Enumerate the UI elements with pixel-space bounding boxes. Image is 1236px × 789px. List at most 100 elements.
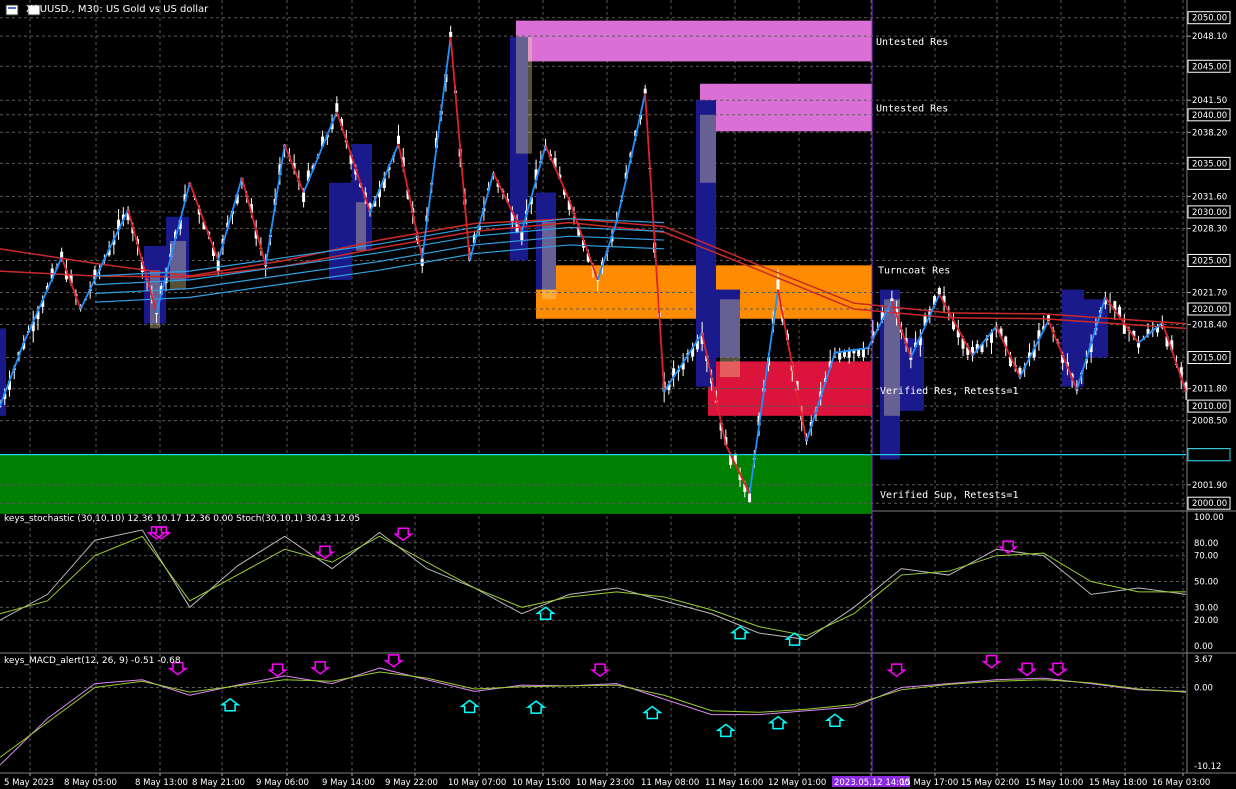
macd-signal-arrow [886, 663, 907, 678]
price-axis-label: 2011.80 [1192, 385, 1227, 395]
macd-fast-line [0, 667, 1187, 766]
arrow-up-icon [824, 713, 846, 728]
macd-signal-arrow [715, 723, 737, 738]
zigzag-segment [544, 145, 571, 201]
highlight-bar [1062, 289, 1084, 387]
highlight-bar-light [700, 114, 716, 183]
candle-body [596, 279, 600, 281]
chart-window-icon [5, 4, 19, 16]
zigzag-segment [397, 143, 424, 259]
price-axis-label: 2028.30 [1192, 224, 1227, 234]
zone-label: Verified Res, Retests=1 [880, 386, 1018, 397]
macd-signal-arrow [981, 654, 1002, 669]
candle-body [302, 192, 306, 203]
zigzag-segment [615, 93, 647, 222]
zigzag-segment [60, 257, 82, 310]
stoch-signal-arrow [729, 625, 751, 640]
candle-body [838, 352, 842, 360]
time-axis-label: 9 May 14:00 [322, 778, 375, 788]
candle-body [748, 493, 752, 503]
time-axis-label: 15 May 10:00 [1025, 778, 1083, 788]
arrow-up-icon [715, 723, 737, 738]
arrow-up-icon [767, 715, 789, 730]
chart-canvas[interactable]: Untested Res Untested Res Turncoat Res Veri… [0, 0, 1236, 789]
price-axis-label: 2001.90 [1192, 481, 1227, 491]
macd-signal-arrow [309, 661, 331, 675]
zone-label: Turncoat Res [878, 265, 950, 276]
arrow-up-icon [535, 606, 556, 621]
zigzag-segment [421, 37, 452, 259]
zone-untested-res [516, 20, 872, 62]
macd-signal-arrow [267, 663, 288, 678]
time-axis-label: 9 May 06:00 [256, 778, 309, 788]
macd-signal-arrow [642, 705, 663, 720]
macd-signal-arrow [383, 654, 405, 668]
stoch-axis-label: 80.00 [1194, 539, 1218, 549]
zigzag-segment [1019, 320, 1050, 378]
chart-window: Untested Res Untested Res Turncoat Res Veri… [0, 0, 1236, 789]
arrow-up-icon [729, 625, 751, 640]
price-axis-label: 2010.00 [1192, 402, 1227, 412]
zone-untested-res [700, 83, 872, 132]
time-axis-label: 9 May 22:00 [385, 778, 438, 788]
highlight-bar-light [720, 299, 740, 377]
macd-axis-label: 0.00 [1194, 683, 1213, 693]
candle-body [937, 288, 941, 295]
arrow-up-icon [219, 697, 241, 712]
price-axis-label: 2040.00 [1192, 111, 1227, 121]
candle-body [847, 350, 851, 358]
macd-signal-arrow [459, 699, 480, 714]
price-axis-label: 2015.00 [1192, 354, 1227, 364]
window-title: XAUUSD., M30: US Gold vs US dollar [26, 4, 209, 15]
macd-signal-arrow [767, 715, 789, 730]
zigzag-segment [369, 143, 400, 213]
stoch-header: keys_stochastic (30,10,10) 12.36 10.17 1… [4, 514, 361, 524]
time-axis-label: 8 May 05:00 [64, 778, 117, 788]
price-axis-label: 2008.50 [1192, 417, 1227, 427]
macd-signal-arrow [824, 713, 846, 728]
candle-body [1075, 389, 1079, 391]
time-axis-label: 2023.05.12 14:00 [834, 778, 910, 788]
stoch-axis-label: 20.00 [1194, 616, 1218, 626]
macd-signal-arrow [589, 663, 611, 678]
zigzag-segment [264, 144, 286, 266]
candle-body [643, 88, 647, 94]
time-axis-label: 15 May 17:00 [900, 778, 958, 788]
zigzag-segment [302, 111, 338, 193]
price-axis-label: 2030.00 [1192, 208, 1227, 218]
arrow-up-icon [525, 700, 547, 714]
candle-body [909, 357, 913, 360]
macd-header: keys_MACD_alert(12, 26, 9) -0.51 -0.68 [4, 656, 181, 666]
stoch-signal-arrow [314, 545, 336, 560]
macd-axis-label: -10.12 [1194, 762, 1221, 772]
candle-body [155, 312, 159, 314]
arrow-down-icon [1047, 662, 1069, 677]
candle-body [60, 251, 64, 258]
chart-icon [5, 4, 19, 16]
price-axis-label: 2018.40 [1192, 321, 1227, 331]
arrow-down-icon [267, 663, 288, 678]
stoch-axis-label: 30.00 [1194, 603, 1218, 613]
time-axis-label: 15 May 02:00 [961, 778, 1019, 788]
macd-axis-label: 3.67 [1194, 655, 1213, 665]
price-axis-label: 2048.10 [1192, 32, 1227, 42]
candle-body [776, 279, 780, 290]
macd-signal-arrow [1047, 662, 1069, 677]
zigzag-segment [644, 93, 666, 392]
stoch-axis-label: 0.00 [1194, 642, 1213, 652]
price-axis-label: 2025.00 [1192, 256, 1227, 266]
zigzag-segment [22, 257, 63, 344]
candle-body [449, 31, 453, 38]
zigzag-segment [468, 172, 495, 261]
arrow-down-icon [1016, 662, 1038, 677]
price-axis-label: 2035.00 [1192, 159, 1227, 169]
time-axis-label: 10 May 15:00 [512, 778, 570, 788]
price-axis-label: 2050.00 [1192, 14, 1227, 24]
stoch-signal-arrow [392, 527, 414, 542]
time-axis-label: 11 May 08:00 [641, 778, 699, 788]
time-axis-label: 11 May 16:00 [705, 778, 763, 788]
stoch-signal-arrow [535, 606, 556, 621]
candle-body [861, 348, 865, 358]
time-axis-label: 5 May 2023 [4, 778, 54, 788]
price-axis-label: 2020.00 [1192, 305, 1227, 315]
